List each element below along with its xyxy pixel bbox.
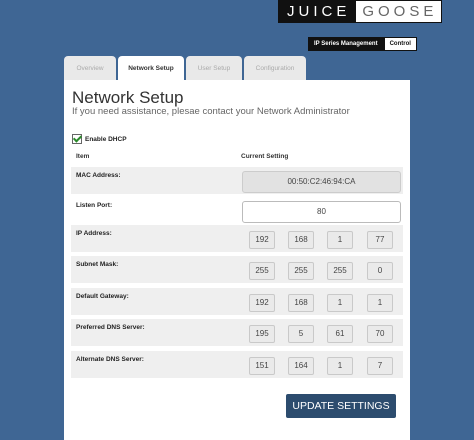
subnet-mask-octet-3[interactable]: 255 [327,262,353,280]
tab-user-setup[interactable]: User Setup [186,56,242,80]
default-gateway-label: Default Gateway: [76,293,129,300]
enable-dhcp-label: Enable DHCP [85,135,127,143]
enable-dhcp-checkbox[interactable] [72,134,82,144]
brand-logo: JUICE GOOSE [278,0,443,23]
alternate-dns-label: Alternate DNS Server: [76,356,144,363]
row-preferred-dns: Preferred DNS Server: 195 5 61 70 [71,319,403,346]
brand-logo-juice: JUICE [279,1,357,22]
listen-port-label: Listen Port: [76,202,113,209]
tab-overview[interactable]: Overview [64,56,116,80]
subnet-mask-octet-4[interactable]: 0 [367,262,393,280]
default-gateway-octet-4[interactable]: 1 [367,294,393,312]
row-default-gateway: Default Gateway: 192 168 1 1 [71,288,403,315]
mac-address-label: MAC Address: [76,172,121,179]
preferred-dns-octet-4[interactable]: 70 [367,325,393,343]
ip-address-octet-4[interactable]: 77 [367,231,393,249]
alternate-dns-octet-3[interactable]: 1 [327,357,353,375]
row-alternate-dns: Alternate DNS Server: 151 164 1 7 [71,351,403,378]
preferred-dns-octet-1[interactable]: 195 [249,325,275,343]
ip-address-octet-2[interactable]: 168 [288,231,314,249]
tab-bar: Overview Network Setup User Setup Config… [64,56,308,80]
top-nav: IP Series Management Control [308,37,417,51]
subnet-mask-octet-1[interactable]: 255 [249,262,275,280]
ip-address-octet-3[interactable]: 1 [327,231,353,249]
default-gateway-octet-3[interactable]: 1 [327,294,353,312]
column-current-setting: Current Setting [241,153,289,160]
subnet-mask-label: Subnet Mask: [76,261,119,268]
row-mac-address: MAC Address: 00:50:C2:46:94:CA [71,167,403,194]
default-gateway-octet-1[interactable]: 192 [249,294,275,312]
mac-address-field: 00:50:C2:46:94:CA [242,171,401,193]
row-ip-address: IP Address: 192 168 1 77 [71,225,403,252]
tab-configuration[interactable]: Configuration [244,56,306,80]
ip-series-management-button[interactable]: IP Series Management [308,37,384,51]
subnet-mask-octet-2[interactable]: 255 [288,262,314,280]
preferred-dns-octet-2[interactable]: 5 [288,325,314,343]
alternate-dns-octet-2[interactable]: 164 [288,357,314,375]
ip-address-octet-1[interactable]: 192 [249,231,275,249]
dhcp-option: Enable DHCP [72,134,127,144]
page-title: Network Setup [72,88,184,107]
row-subnet-mask: Subnet Mask: 255 255 255 0 [71,256,403,283]
preferred-dns-octet-3[interactable]: 61 [327,325,353,343]
network-setup-panel: Network Setup If you need assistance, pl… [64,80,410,440]
page-subtitle: If you need assistance, plesae contact y… [72,106,350,117]
listen-port-input[interactable]: 80 [242,201,401,223]
alternate-dns-octet-1[interactable]: 151 [249,357,275,375]
default-gateway-octet-2[interactable]: 168 [288,294,314,312]
update-settings-button[interactable]: UPDATE SETTINGS [286,394,396,418]
column-item: Item [76,153,90,160]
table-header: Item Current Setting [64,148,410,162]
tab-network-setup[interactable]: Network Setup [118,56,184,80]
row-listen-port: Listen Port: 80 [71,197,403,224]
control-button[interactable]: Control [383,37,417,51]
preferred-dns-label: Preferred DNS Server: [76,324,145,331]
alternate-dns-octet-4[interactable]: 7 [367,357,393,375]
ip-address-label: IP Address: [76,230,112,237]
brand-logo-goose: GOOSE [356,1,442,22]
